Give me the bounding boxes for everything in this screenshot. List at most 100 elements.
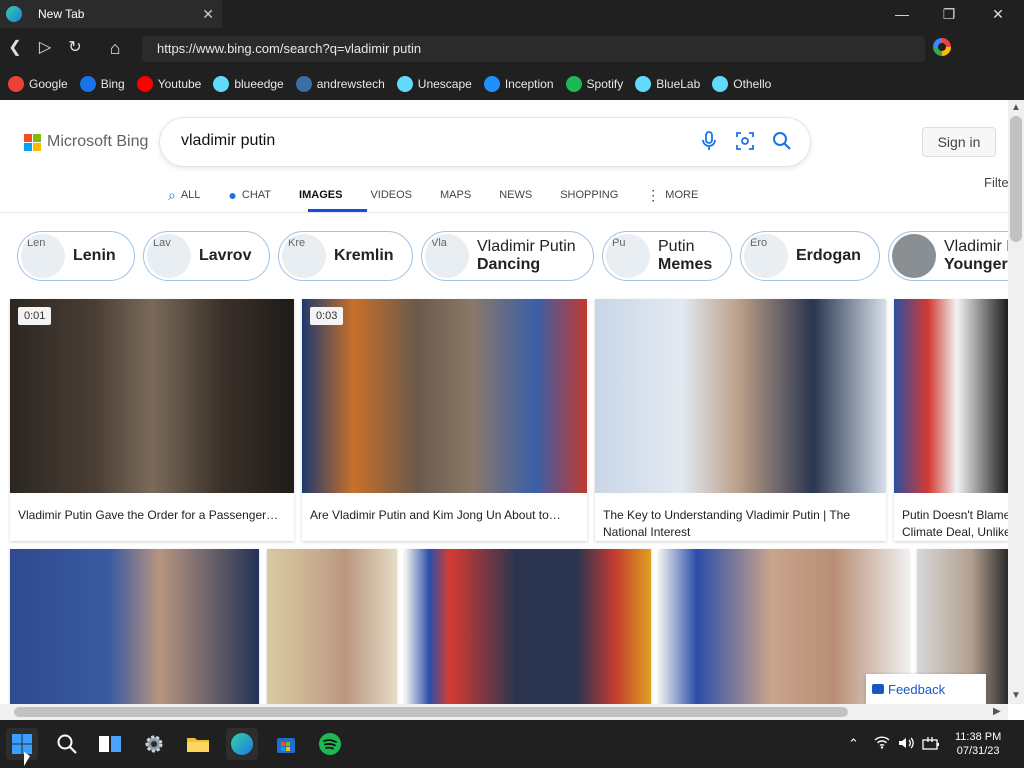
related-chip[interactable]: Ero Erdogan [740, 231, 880, 281]
task-view-icon[interactable] [94, 728, 126, 760]
inception-icon [483, 76, 500, 92]
bookmark-label: BlueLab [656, 77, 701, 91]
visual-search-icon[interactable] [733, 131, 757, 155]
result-image [267, 549, 397, 704]
spotify-icon[interactable] [314, 728, 346, 760]
bookmark-item[interactable]: BlueLab [635, 76, 700, 92]
more-icon: ⋮ [646, 186, 661, 203]
bookmark-item[interactable]: Bing [79, 76, 125, 92]
search-box[interactable]: vladimir putin [160, 118, 810, 166]
thumb-alt: Ero [750, 237, 768, 249]
image-result[interactable]: 0:01 Vladimir Putin Gave the Order for a… [10, 299, 294, 541]
search-icon[interactable] [51, 728, 83, 760]
bookmark-label: Inception [504, 77, 554, 91]
address-bar[interactable]: https://www.bing.com/search?q=vladimir p… [142, 36, 925, 62]
spotify-icon [565, 76, 582, 92]
settings-icon[interactable] [138, 728, 170, 760]
video-duration: 0:01 [18, 307, 52, 325]
bookmark-label: Unescape [417, 77, 472, 91]
refresh-icon[interactable]: ↻ [63, 36, 87, 60]
search-input[interactable]: vladimir putin [181, 132, 275, 150]
chip-line2: Younger [944, 256, 1008, 273]
bookmark-item[interactable]: blueedge [213, 76, 284, 92]
chip-line1: Lavrov [199, 247, 252, 264]
react-icon [635, 76, 652, 92]
related-chip[interactable]: Vla Vladimir Putin Dancing [421, 231, 594, 281]
related-chip[interactable]: Len Lenin [17, 231, 135, 281]
forward-icon[interactable]: ▷ [33, 36, 57, 60]
caption-line: Climate Deal, Unlike [902, 525, 1008, 539]
microphone-icon[interactable] [697, 131, 721, 155]
scroll-up-arrow-icon[interactable]: ▲ [1011, 102, 1021, 113]
chevron-up-icon[interactable]: ⌃ [848, 736, 859, 752]
image-result[interactable] [10, 549, 259, 704]
scroll-right-arrow-icon[interactable]: ▶ [993, 706, 1001, 717]
thumb-alt: Len [27, 237, 46, 249]
wifi-icon[interactable] [874, 736, 890, 752]
image-result[interactable] [267, 549, 397, 704]
search-icon[interactable] [770, 131, 794, 155]
tab-maps[interactable]: MAPS [440, 184, 471, 206]
close-tab-icon[interactable]: ✕ [202, 6, 214, 23]
start-button[interactable] [6, 728, 38, 760]
image-result[interactable]: The Key to Understanding Vladimir Putin … [595, 299, 886, 541]
related-chip[interactable]: Pu Putin Memes [602, 231, 732, 281]
result-caption: The Key to Understanding Vladimir Putin … [603, 507, 850, 541]
file-explorer-icon[interactable] [182, 728, 214, 760]
bookmark-item[interactable]: Google [8, 76, 68, 92]
related-chip[interactable]: Lav Lavrov [143, 231, 270, 281]
caption-line: Are Vladimir Putin and Kim Jong Un About… [310, 508, 561, 522]
browser-window: New Tab ✕ — ❐ ✕ ❮ ▷ ↻ ⌂ https://www.bing… [0, 0, 1024, 768]
image-result[interactable]: Putin Doesn't Blame Climate Deal, Unlike [894, 299, 1008, 541]
microsoft-store-icon[interactable] [270, 728, 302, 760]
tab-shopping[interactable]: SHOPPING [560, 184, 618, 206]
bookmark-item[interactable]: Youtube [136, 76, 201, 92]
tab-images[interactable]: IMAGES [299, 184, 342, 206]
bing-logo[interactable]: Microsoft Bing [24, 133, 148, 151]
edge-icon[interactable] [226, 728, 258, 760]
chip-thumbnail: Len [21, 234, 65, 278]
system-clock[interactable]: 11:38 PM 07/31/23 [955, 730, 1001, 758]
filter-button[interactable]: Filte [984, 175, 1008, 190]
result-image [894, 299, 1008, 493]
chip-label: Erdogan [796, 247, 861, 265]
bookmark-item[interactable]: Othello [712, 76, 771, 92]
react-icon [712, 76, 729, 92]
google-extension-icon[interactable] [933, 38, 951, 56]
image-result[interactable]: 0:03 Are Vladimir Putin and Kim Jong Un … [302, 299, 587, 541]
related-chip[interactable]: Kre Kremlin [278, 231, 413, 281]
chip-thumbnail: Vla [425, 234, 469, 278]
bookmark-label: Othello [733, 77, 772, 91]
tab-label: CHAT [241, 189, 272, 201]
close-window-button[interactable]: ✕ [975, 2, 1021, 26]
tab-more[interactable]: ⋮ MORE [646, 184, 698, 206]
browser-tab[interactable]: New Tab ✕ [0, 0, 222, 28]
tab-chat[interactable]: ● CHAT [228, 184, 271, 206]
bookmark-label: andrewstech [316, 77, 385, 91]
back-icon[interactable]: ❮ [3, 36, 27, 60]
horizontal-scroll-thumb[interactable] [14, 707, 848, 717]
image-result[interactable] [405, 549, 651, 704]
minimize-button[interactable]: — [879, 2, 925, 26]
sign-in-button[interactable]: Sign in [922, 127, 996, 157]
chip-line1: Putin [658, 238, 695, 255]
restore-button[interactable]: ❐ [926, 2, 972, 26]
bookmark-item[interactable]: Spotify [565, 76, 623, 92]
bookmark-item[interactable]: Inception [483, 76, 554, 92]
bookmark-item[interactable]: Unescape [396, 76, 472, 92]
bookmark-label: Google [29, 77, 68, 91]
related-chip[interactable]: Vladimir PYounger [888, 231, 1008, 281]
tab-videos[interactable]: VIDEOS [370, 184, 412, 206]
feedback-button[interactable]: Feedback [866, 674, 986, 704]
home-icon[interactable]: ⌂ [103, 36, 127, 60]
vertical-scroll-thumb[interactable] [1010, 116, 1022, 242]
tab-all[interactable]: ⌕ ALL [168, 184, 200, 206]
scroll-down-arrow-icon[interactable]: ▼ [1011, 690, 1021, 701]
tab-label: VIDEOS [370, 189, 413, 201]
bookmark-item[interactable]: andrewstech [295, 76, 385, 92]
tab-news[interactable]: NEWS [499, 184, 532, 206]
battery-icon[interactable] [922, 736, 940, 753]
video-duration: 0:03 [310, 307, 344, 325]
tab-label: ALL [180, 189, 201, 201]
volume-icon[interactable] [898, 736, 916, 753]
